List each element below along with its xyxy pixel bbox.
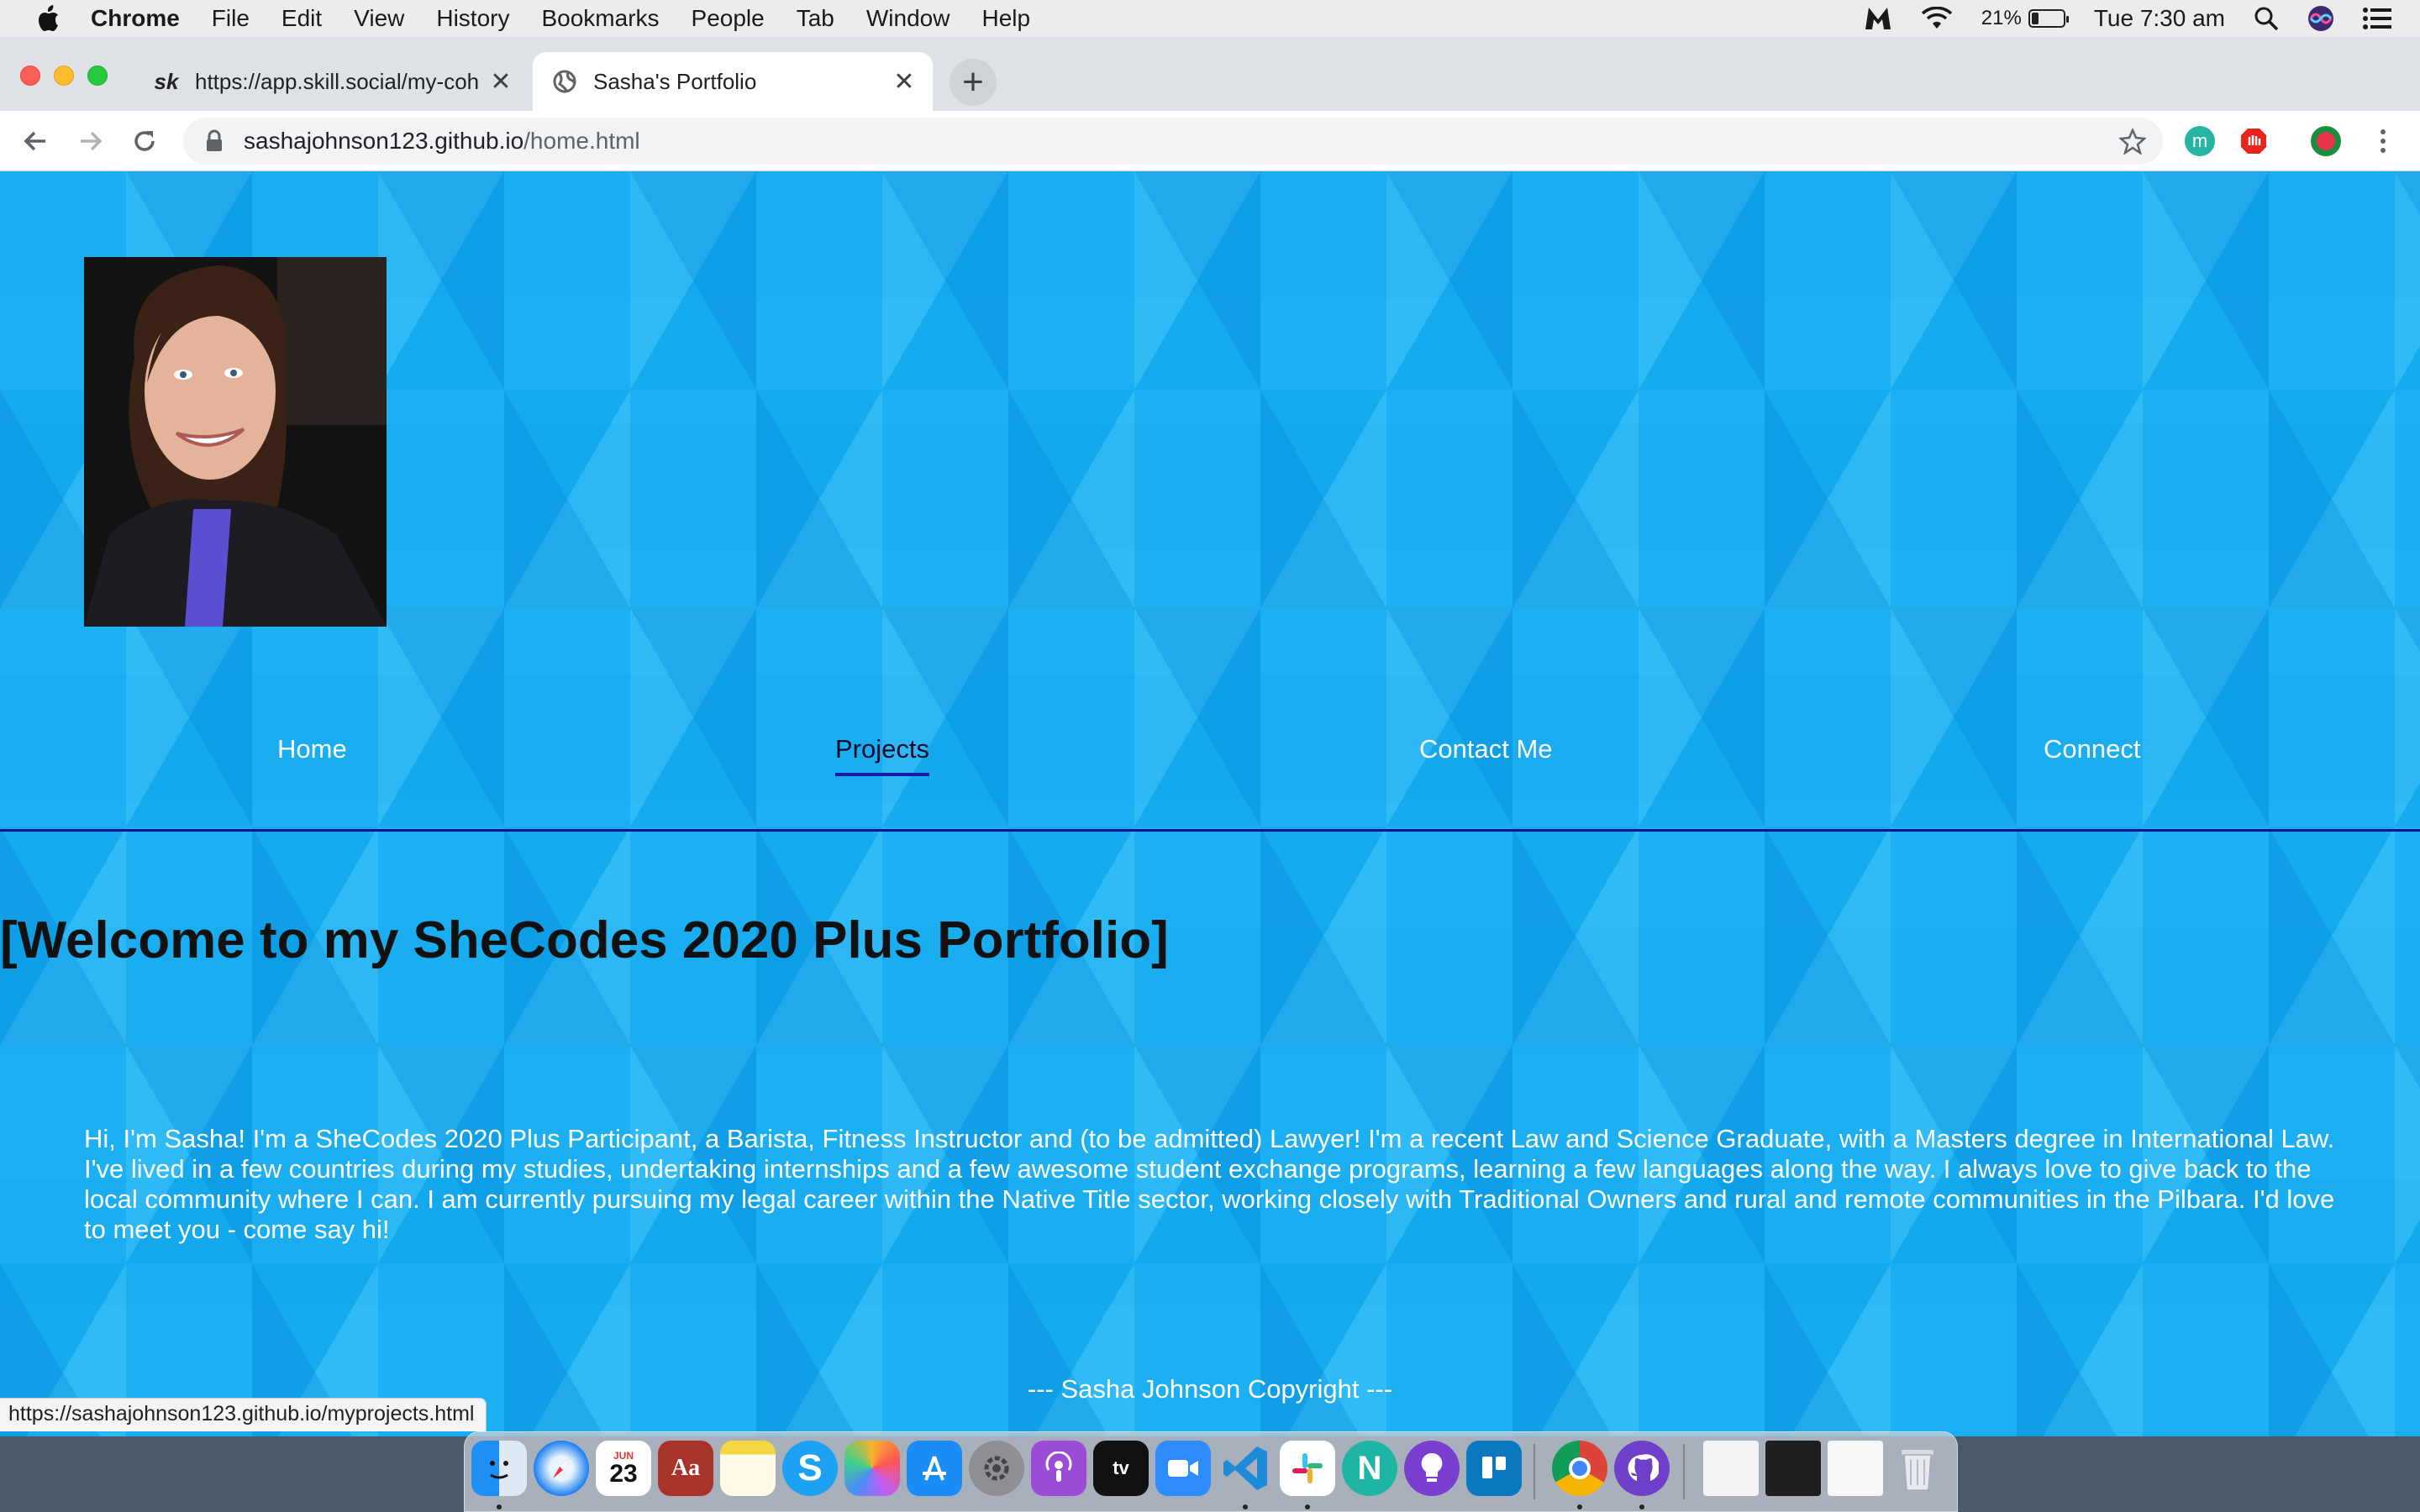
nav-link-projects[interactable]: Projects bbox=[835, 734, 929, 776]
tab-sashas-portfolio[interactable]: Sasha's Portfolio ✕ bbox=[533, 52, 933, 111]
dock: JUN 23 Aa S tv N bbox=[464, 1431, 1958, 1512]
menu-bookmarks[interactable]: Bookmarks bbox=[541, 5, 659, 32]
siri-icon[interactable] bbox=[2307, 5, 2334, 32]
menu-clock[interactable]: Tue 7:30 am bbox=[2094, 5, 2225, 32]
notion-like-n-icon[interactable]: N bbox=[1342, 1441, 1397, 1496]
site-nav: Home Projects Contact Me Connect bbox=[0, 726, 2420, 793]
page-title: [Welcome to my SheCodes 2020 Plus Portfo… bbox=[0, 911, 1169, 969]
battery-percent: 21% bbox=[1981, 7, 2022, 29]
extension-m-icon[interactable]: m bbox=[2185, 126, 2215, 156]
menu-people[interactable]: People bbox=[692, 5, 765, 32]
menu-view[interactable]: View bbox=[354, 5, 404, 32]
nav-link-home[interactable]: Home bbox=[277, 734, 347, 764]
minimized-chrome-window[interactable] bbox=[1703, 1441, 1759, 1496]
nav-divider bbox=[0, 829, 2420, 832]
photos-icon[interactable] bbox=[844, 1441, 900, 1496]
trash-icon[interactable] bbox=[1890, 1441, 1945, 1496]
menu-tab[interactable]: Tab bbox=[797, 5, 834, 32]
window-zoom-button[interactable] bbox=[87, 66, 108, 86]
chrome-icon[interactable] bbox=[1552, 1441, 1607, 1496]
tab-title: https://app.skill.social/my-coh bbox=[195, 68, 480, 94]
menu-bar: Chrome File Edit View History Bookmarks … bbox=[0, 0, 2420, 37]
browser-toolbar: sashajohnson123.github.io/home.html m bbox=[0, 111, 2420, 171]
zoom-icon[interactable] bbox=[1155, 1441, 1211, 1496]
battery-status[interactable]: 21% bbox=[1981, 7, 2069, 30]
running-indicator bbox=[1243, 1504, 1248, 1509]
calendar-day: 23 bbox=[609, 1460, 638, 1488]
menu-window[interactable]: Window bbox=[866, 5, 950, 32]
chrome-menu-icon[interactable] bbox=[2368, 126, 2398, 156]
forward-arrow-icon[interactable] bbox=[72, 123, 109, 160]
address-bar[interactable]: sashajohnson123.github.io/home.html bbox=[183, 118, 2163, 165]
minimized-terminal-window[interactable] bbox=[1765, 1441, 1821, 1496]
safari-icon[interactable] bbox=[534, 1441, 589, 1496]
reload-icon[interactable] bbox=[126, 123, 163, 160]
lock-icon[interactable] bbox=[202, 129, 227, 154]
profile-avatar[interactable] bbox=[2311, 126, 2341, 156]
window-minimize-button[interactable] bbox=[54, 66, 74, 86]
dock-separator bbox=[1534, 1444, 1535, 1499]
running-indicator bbox=[1577, 1504, 1582, 1509]
globe-icon bbox=[551, 68, 578, 95]
github-desktop-icon[interactable] bbox=[1614, 1441, 1670, 1496]
bio-paragraph: Hi, I'm Sasha! I'm a SheCodes 2020 Plus … bbox=[84, 1124, 2335, 1244]
running-indicator bbox=[1639, 1504, 1644, 1509]
apple-tv-icon[interactable]: tv bbox=[1093, 1441, 1149, 1496]
extension-adblock-icon[interactable] bbox=[2238, 126, 2269, 156]
malwarebytes-icon[interactable] bbox=[1864, 6, 1892, 31]
finder-icon[interactable] bbox=[471, 1441, 527, 1496]
window-close-button[interactable] bbox=[20, 66, 40, 86]
url-host: sashajohnson123.github.io bbox=[244, 128, 524, 154]
battery-icon bbox=[2028, 9, 2069, 28]
menu-file[interactable]: File bbox=[212, 5, 250, 32]
close-icon[interactable]: ✕ bbox=[486, 66, 516, 97]
dictionary-icon[interactable]: Aa bbox=[658, 1441, 713, 1496]
menu-app-name[interactable]: Chrome bbox=[91, 5, 180, 32]
link-status-bubble: https://sashajohnson123.github.io/myproj… bbox=[0, 1398, 487, 1431]
web-page: Home Projects Contact Me Connect [Welcom… bbox=[0, 171, 2420, 1436]
trello-icon[interactable] bbox=[1466, 1441, 1522, 1496]
podcasts-icon[interactable] bbox=[1031, 1441, 1086, 1496]
back-arrow-icon[interactable] bbox=[17, 123, 54, 160]
tab-skill-social[interactable]: sk https://app.skill.social/my-coh ✕ bbox=[134, 52, 529, 111]
menu-history[interactable]: History bbox=[436, 5, 509, 32]
dock-separator bbox=[1683, 1444, 1685, 1499]
control-menu-icon[interactable] bbox=[2363, 8, 2391, 29]
lightbulb-app-icon[interactable] bbox=[1404, 1441, 1460, 1496]
vscode-icon[interactable] bbox=[1218, 1441, 1273, 1496]
system-preferences-icon[interactable] bbox=[969, 1441, 1024, 1496]
running-indicator bbox=[497, 1504, 502, 1509]
new-tab-button[interactable]: + bbox=[950, 59, 997, 106]
calendar-icon[interactable]: JUN 23 bbox=[596, 1441, 651, 1496]
skill-social-favicon: sk bbox=[154, 68, 179, 94]
slack-icon[interactable] bbox=[1280, 1441, 1335, 1496]
close-icon[interactable]: ✕ bbox=[889, 66, 919, 97]
profile-photo bbox=[84, 257, 387, 627]
url-path: /home.html bbox=[523, 128, 640, 154]
nav-link-contact[interactable]: Contact Me bbox=[1419, 734, 1553, 764]
menu-edit[interactable]: Edit bbox=[281, 5, 322, 32]
bookmark-star-icon[interactable] bbox=[2118, 127, 2147, 155]
nav-link-connect[interactable]: Connect bbox=[2044, 734, 2140, 764]
tab-title: Sasha's Portfolio bbox=[593, 68, 757, 94]
apple-icon[interactable] bbox=[30, 0, 67, 37]
minimized-github-window[interactable] bbox=[1828, 1441, 1883, 1496]
app-store-icon[interactable] bbox=[907, 1441, 962, 1496]
menu-help[interactable]: Help bbox=[981, 5, 1030, 32]
spotlight-search-icon[interactable] bbox=[2254, 6, 2279, 31]
skype-icon[interactable]: S bbox=[782, 1441, 838, 1496]
running-indicator bbox=[1305, 1504, 1310, 1509]
notes-icon[interactable] bbox=[720, 1441, 776, 1496]
tab-strip: sk https://app.skill.social/my-coh ✕ Sas… bbox=[0, 37, 2420, 111]
wifi-icon[interactable] bbox=[1921, 7, 1953, 30]
